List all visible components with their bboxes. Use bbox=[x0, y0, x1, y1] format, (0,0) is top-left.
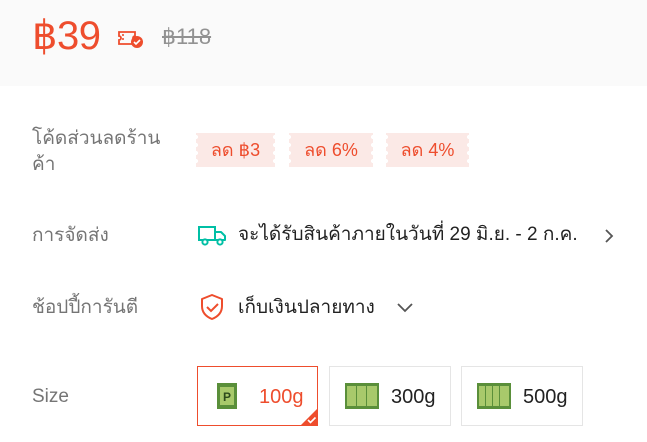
svg-text:P: P bbox=[223, 390, 231, 404]
chevron-down-icon[interactable] bbox=[396, 300, 414, 314]
price-section: ฿39 ฿118 bbox=[0, 0, 647, 86]
size-option-label: 300g bbox=[391, 386, 436, 408]
delivery-estimate[interactable]: จะได้รับสินค้าภายในวันที่ 29 มิ.ย. - 2 ก… bbox=[238, 222, 578, 248]
cod-option[interactable]: เก็บเงินปลายทาง bbox=[238, 295, 375, 321]
size-option-label: 100g bbox=[259, 386, 304, 408]
size-option-500g[interactable]: 500g bbox=[461, 366, 583, 426]
voucher-chip[interactable]: ลด 4% bbox=[386, 133, 469, 167]
size-option-label: 500g bbox=[523, 386, 568, 408]
size-label: Size bbox=[32, 386, 69, 407]
shipping-label: การจัดส่ง bbox=[32, 225, 109, 246]
product-thumbnail: P bbox=[217, 383, 237, 409]
ticket-check-icon bbox=[118, 31, 143, 48]
chevron-right-icon[interactable] bbox=[602, 227, 616, 245]
check-icon bbox=[300, 408, 318, 426]
product-thumbnail bbox=[345, 383, 379, 409]
product-thumbnail bbox=[477, 383, 511, 409]
size-option-300g[interactable]: 300g bbox=[329, 366, 451, 426]
size-option-100g[interactable]: P 100g bbox=[197, 366, 318, 426]
original-price: ฿118 bbox=[162, 24, 212, 49]
voucher-chip[interactable]: ลด 6% bbox=[289, 133, 373, 167]
shield-icon bbox=[201, 294, 223, 320]
shop-voucher-label: โค้ดส่วนลดร้านค้า bbox=[32, 128, 161, 175]
voucher-chip[interactable]: ลด ฿3 bbox=[196, 133, 275, 167]
guarantee-label: ช้อปปี้การันตี bbox=[32, 297, 139, 318]
current-price: ฿39 bbox=[32, 14, 101, 58]
truck-icon bbox=[198, 226, 226, 246]
